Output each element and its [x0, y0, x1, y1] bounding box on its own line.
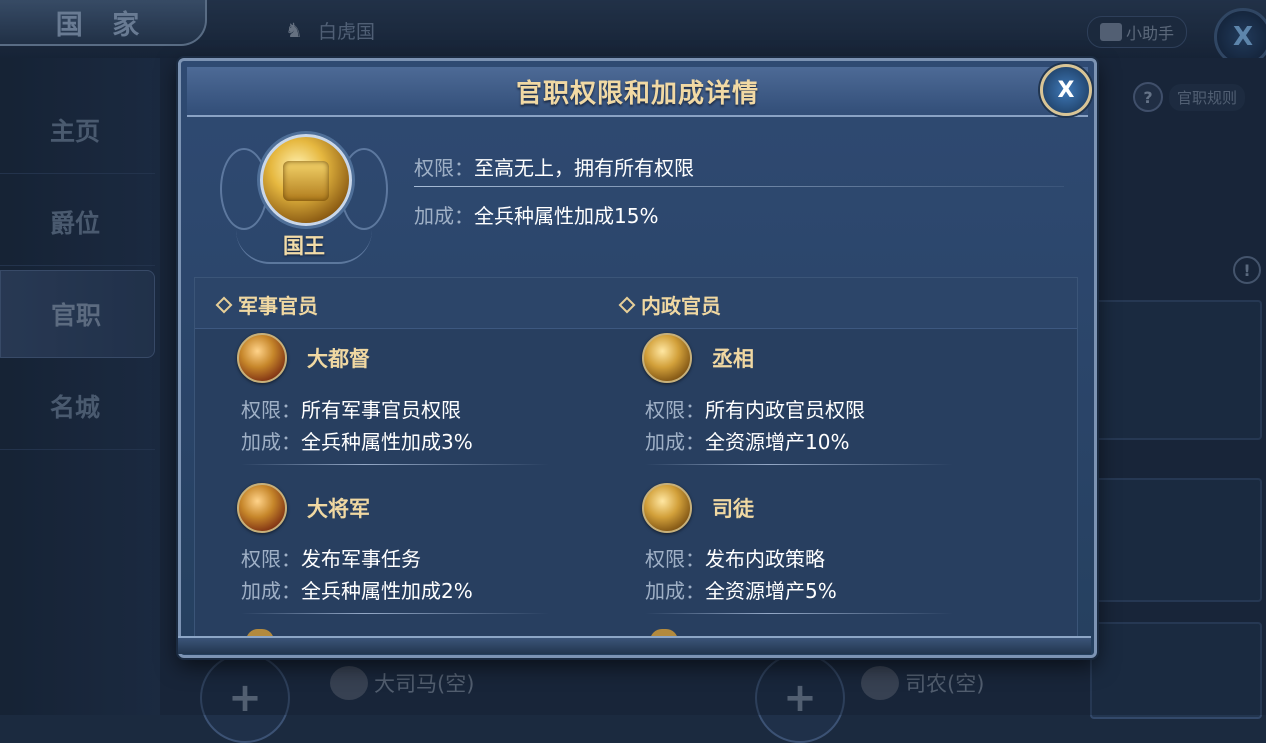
- royal-seal-icon: [260, 134, 352, 226]
- divider: [241, 613, 549, 614]
- rank-permission: 权限： 所有军事官员权限: [241, 394, 461, 423]
- permission-key: 权限：: [414, 156, 474, 180]
- permission-key: 权限：: [241, 398, 301, 422]
- diamond-icon: [215, 296, 233, 313]
- rank-chancellor: 丞相: [642, 333, 754, 383]
- bonus-key: 加成：: [645, 430, 705, 454]
- modal-footer: [178, 636, 1091, 654]
- king-bonus: 加成： 全兵种属性加成15%: [414, 200, 658, 229]
- permission-key: 权限：: [241, 547, 301, 571]
- rank-bonus: 加成： 全兵种属性加成2%: [241, 575, 473, 604]
- rank-name: 丞相: [712, 347, 754, 371]
- bonus-value: 全兵种属性加成2%: [301, 579, 473, 603]
- bonus-key: 加成：: [414, 204, 474, 228]
- helmet-icon: [237, 333, 287, 383]
- rank-permission: 权限： 发布内政策略: [645, 543, 825, 572]
- permission-key: 权限：: [645, 547, 705, 571]
- rank-general: 大将军: [237, 483, 370, 533]
- bonus-key: 加成：: [241, 579, 301, 603]
- rank-name: 大都督: [307, 347, 370, 371]
- king-permission: 权限： 至高无上，拥有所有权限: [414, 152, 694, 181]
- bonus-key: 加成：: [645, 579, 705, 603]
- bonus-value: 全资源增产10%: [705, 430, 850, 454]
- divider: [241, 464, 549, 465]
- permission-value: 发布内政策略: [705, 547, 825, 571]
- rank-bonus: 加成： 全资源增产10%: [645, 426, 849, 455]
- divider: [645, 613, 953, 614]
- permission-value: 至高无上，拥有所有权限: [474, 156, 694, 180]
- bonus-key: 加成：: [241, 430, 301, 454]
- rank-name: 大将军: [307, 497, 370, 521]
- permission-key: 权限：: [645, 398, 705, 422]
- civil-header: 内政官员: [618, 290, 721, 319]
- bonus-value: 全兵种属性加成3%: [301, 430, 473, 454]
- rank-name: 司徒: [712, 497, 754, 521]
- rank-permission: 权限： 发布军事任务: [241, 543, 421, 572]
- modal-title: 官职权限和加成详情: [515, 78, 759, 109]
- scroll-emblem-icon: [642, 483, 692, 533]
- king-title: 国王: [283, 234, 325, 258]
- modal-close-button[interactable]: X: [1040, 64, 1092, 116]
- rank-grand-commander: 大都督: [237, 333, 370, 383]
- general-emblem-icon: [237, 483, 287, 533]
- rank-bonus: 加成： 全兵种属性加成3%: [241, 426, 473, 455]
- bonus-value: 全资源增产5%: [705, 579, 837, 603]
- permission-value: 所有军事官员权限: [301, 398, 461, 422]
- permission-value: 发布军事任务: [301, 547, 421, 571]
- military-header: 军事官员: [215, 290, 318, 319]
- permission-value: 所有内政官员权限: [705, 398, 865, 422]
- diamond-icon: [618, 296, 636, 313]
- dragon-emblem-icon: [642, 333, 692, 383]
- rank-minister: 司徒: [642, 483, 754, 533]
- divider: [645, 464, 953, 465]
- rank-permission: 权限： 所有内政官员权限: [645, 394, 865, 423]
- civil-header-label: 内政官员: [641, 294, 721, 318]
- bonus-value: 全兵种属性加成15%: [474, 204, 659, 228]
- military-header-label: 军事官员: [238, 294, 318, 318]
- divider: [414, 186, 1064, 187]
- modal-header: 官职权限和加成详情: [187, 67, 1088, 117]
- rank-bonus: 加成： 全资源增产5%: [645, 575, 837, 604]
